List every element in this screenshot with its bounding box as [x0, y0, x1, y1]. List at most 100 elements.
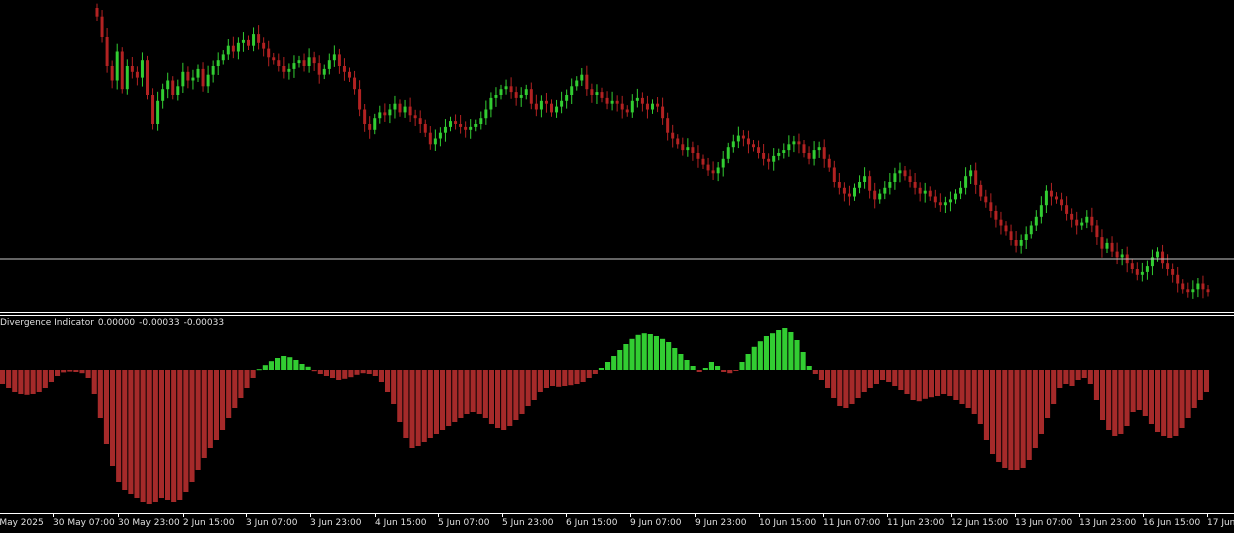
candle-bear: [1009, 231, 1013, 240]
candle-bear: [847, 193, 851, 197]
candle-bull: [539, 100, 543, 110]
histogram-bar-negative: [983, 370, 989, 440]
candle-bear: [1130, 263, 1134, 269]
candle-bear: [247, 39, 250, 46]
histogram-bar-negative: [1203, 370, 1209, 392]
candle-bear: [797, 141, 801, 145]
candle-bear: [605, 97, 609, 104]
candle-bear: [1186, 289, 1190, 293]
histogram-bar-positive: [275, 358, 281, 370]
histogram-bar-negative: [531, 370, 537, 400]
candle-bear: [661, 106, 665, 119]
histogram-bar-negative: [861, 370, 867, 392]
candle-bull: [969, 170, 973, 177]
candle-bear: [201, 68, 205, 87]
histogram-bar-negative: [1148, 370, 1154, 424]
histogram-bar-positive: [708, 362, 714, 370]
histogram-bar-negative: [556, 370, 562, 387]
histogram-bar-negative: [385, 370, 391, 392]
histogram-bar-negative: [580, 370, 586, 382]
histogram-bar-negative: [342, 370, 348, 379]
candle-bull: [731, 141, 735, 148]
time-axis-label: 13 Jun 07:00: [1015, 518, 1073, 528]
histogram-bar-negative: [73, 370, 79, 372]
candle-bear: [1166, 263, 1170, 269]
candle-bear: [1181, 283, 1185, 290]
time-axis-label: 30 May 07:00: [53, 518, 115, 528]
candle-bull: [449, 121, 452, 127]
candle-bear: [1115, 251, 1119, 258]
candle-bull: [211, 66, 215, 75]
candle-bull: [1140, 271, 1144, 275]
candle-bull: [817, 147, 821, 151]
histogram-bar-negative: [397, 370, 403, 422]
candle-bear: [585, 74, 589, 90]
candle-bull: [327, 60, 331, 69]
histogram-bar-negative: [592, 370, 598, 374]
histogram-bar-negative: [537, 370, 543, 392]
histogram-bar-negative: [910, 370, 916, 400]
time-axis-tick: [1143, 513, 1144, 517]
time-axis-tick: [1079, 513, 1080, 517]
histogram-bar-negative: [550, 370, 556, 386]
histogram-bar-positive: [739, 362, 745, 370]
histogram-bar-negative: [128, 370, 134, 494]
candle-bear: [428, 132, 432, 145]
candle-bull: [403, 106, 407, 113]
candle-bull: [888, 182, 892, 188]
indicator-value-1: 0.00000: [97, 318, 136, 328]
histogram-bar-negative: [1081, 370, 1087, 378]
candle-bear: [645, 103, 649, 110]
histogram-bar-negative: [201, 370, 207, 458]
histogram-bar-negative: [977, 370, 983, 424]
candle-bear: [398, 103, 402, 113]
histogram-bar-negative: [1173, 370, 1179, 436]
candle-bull: [923, 190, 927, 194]
histogram-bar-negative: [116, 370, 122, 482]
candle-bull: [570, 86, 574, 95]
candle-bull: [787, 144, 791, 151]
histogram-bar-negative: [244, 370, 250, 388]
time-axis-tick: [375, 513, 376, 517]
histogram-bar-negative: [458, 370, 464, 418]
histogram-bar-negative: [336, 370, 342, 380]
candle-bear: [95, 8, 99, 17]
histogram-bar-negative: [183, 370, 189, 492]
chart-canvas[interactable]: [0, 0, 1234, 533]
histogram-bar-positive: [617, 350, 623, 370]
histogram-bar-negative: [873, 370, 879, 384]
candle-bull: [736, 135, 740, 142]
histogram-bar-negative: [1142, 370, 1148, 416]
time-axis-label: 2 Jun 15:00: [183, 518, 235, 528]
candle-bear: [277, 60, 281, 66]
histogram-bar-negative: [1106, 370, 1112, 430]
histogram-bar-negative: [1112, 370, 1118, 436]
candle-bull: [964, 176, 968, 188]
candle-bull: [166, 80, 170, 90]
indicator-value-3: -0.00033: [183, 318, 225, 328]
candle-bull: [863, 176, 867, 182]
indicator-name: Divergence Indicator: [0, 318, 94, 328]
candle-bull: [292, 63, 296, 69]
histogram-bar-negative: [825, 370, 831, 388]
histogram-bar-negative: [1185, 370, 1191, 418]
histogram-bar-positive: [690, 366, 696, 370]
histogram-bar-negative: [947, 370, 953, 396]
candle-bull: [378, 112, 382, 119]
time-axis-tick: [695, 513, 696, 517]
candle-bear: [600, 92, 604, 98]
histogram-bar-positive: [268, 361, 274, 370]
candle-bear: [822, 147, 826, 159]
histogram-bar-negative: [348, 370, 354, 378]
candle-bear: [1100, 237, 1104, 249]
histogram-bar-negative: [482, 370, 488, 418]
candle-bull: [893, 173, 897, 182]
candle-bear: [358, 89, 362, 110]
candle-bear: [135, 71, 139, 78]
candle-bear: [1075, 219, 1079, 226]
histogram-bar-negative: [990, 370, 996, 454]
histogram-bar-negative: [1014, 370, 1020, 470]
histogram-bar-negative: [97, 370, 103, 418]
histogram-bar-negative: [1100, 370, 1106, 420]
histogram-bar-negative: [818, 370, 824, 380]
